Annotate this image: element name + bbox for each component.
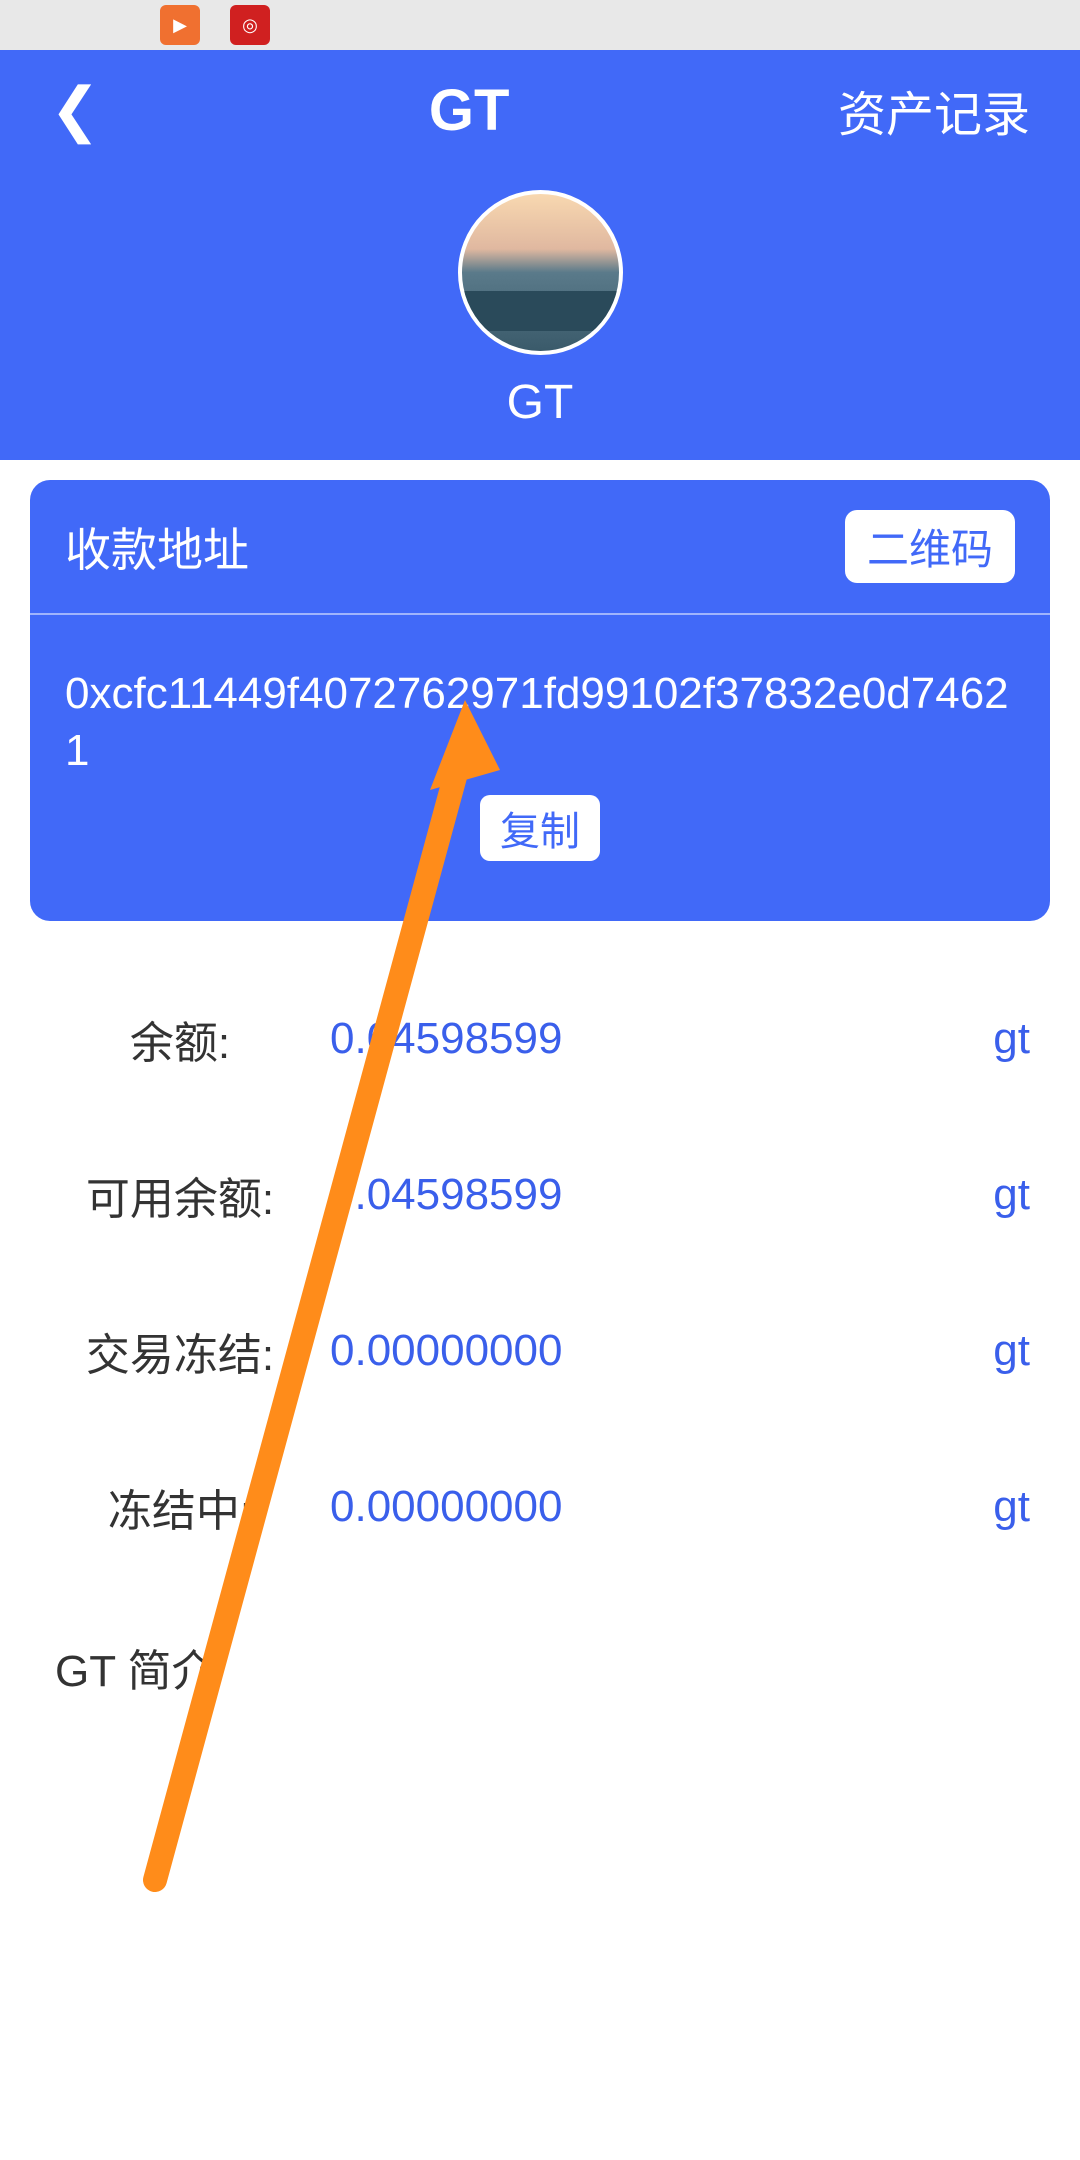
back-button[interactable]: ❮: [50, 75, 100, 145]
avatar-section: GT: [0, 170, 1080, 460]
copy-button[interactable]: 复制: [480, 795, 600, 861]
status-bar: ▶ ◎: [0, 0, 1080, 50]
row-value: 0.00000000: [310, 1482, 950, 1532]
balance-row: 可用余额: 0.04598599 gt: [50, 1117, 1030, 1273]
row-value: 0.04598599: [310, 1014, 950, 1064]
address-body: 0xcfc11449f4072762971fd99102f37832e0d746…: [30, 615, 1050, 921]
balance-list: 余额: 0.04598599 gt 可用余额: 0.04598599 gt 交易…: [0, 921, 1080, 1585]
token-name-label: GT: [507, 375, 574, 430]
row-label: 可用余额:: [50, 1163, 310, 1227]
balance-row: 交易冻结: 0.00000000 gt: [50, 1273, 1030, 1429]
token-avatar: [458, 190, 623, 355]
row-value: 0.00000000: [310, 1326, 950, 1376]
qr-code-button[interactable]: 二维码: [845, 510, 1015, 583]
nav-bar: ❮ GT 资产记录: [0, 50, 1080, 170]
row-unit: gt: [950, 1482, 1030, 1532]
row-value: 0.04598599: [310, 1170, 950, 1220]
row-unit: gt: [950, 1014, 1030, 1064]
asset-records-link[interactable]: 资产记录: [838, 75, 1030, 145]
address-header: 收款地址 二维码: [30, 480, 1050, 615]
content: 收款地址 二维码 0xcfc11449f4072762971fd99102f37…: [0, 480, 1080, 1699]
intro-section-title: GT 简介: [0, 1585, 1080, 1699]
row-label: 冻结中:: [50, 1475, 310, 1539]
address-header-label: 收款地址: [65, 514, 249, 580]
balance-row: 冻结中: 0.00000000 gt: [50, 1429, 1030, 1585]
header: ❮ GT 资产记录 GT: [0, 50, 1080, 460]
row-unit: gt: [950, 1326, 1030, 1376]
notification-play-icon: ▶: [160, 5, 200, 45]
notification-app-icon: ◎: [230, 5, 270, 45]
wallet-address-text: 0xcfc11449f4072762971fd99102f37832e0d746…: [65, 665, 1015, 779]
page-title: GT: [429, 77, 510, 144]
row-label: 交易冻结:: [50, 1319, 310, 1383]
row-unit: gt: [950, 1170, 1030, 1220]
receiving-address-card: 收款地址 二维码 0xcfc11449f4072762971fd99102f37…: [30, 480, 1050, 921]
balance-row: 余额: 0.04598599 gt: [50, 961, 1030, 1117]
row-label: 余额:: [50, 1007, 310, 1071]
